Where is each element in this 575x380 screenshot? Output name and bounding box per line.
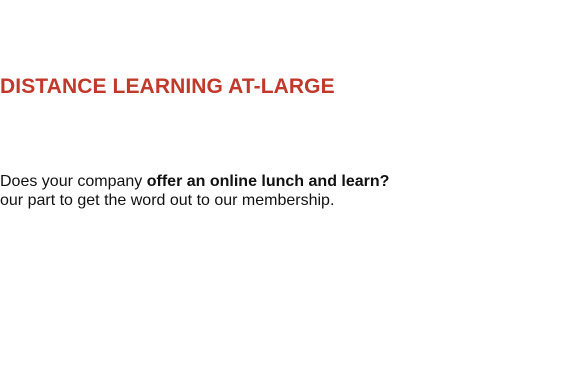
- page: DISTANCE LEARNING AT-LARGE Does your com…: [0, 0, 575, 380]
- paragraph-line-1: Does your company offer an online lunch …: [0, 172, 389, 191]
- distance-learning-section: DISTANCE LEARNING AT-LARGE: [0, 74, 575, 100]
- section-paragraph: Does your company offer an online lunch …: [0, 172, 389, 210]
- section-heading: DISTANCE LEARNING AT-LARGE: [0, 75, 335, 98]
- paragraph-line-2: our part to get the word out to our memb…: [0, 192, 335, 209]
- paragraph-line-1-prefix: Does your company: [0, 173, 147, 190]
- paragraph-emphasis: offer an online lunch and learn?: [146, 173, 390, 190]
